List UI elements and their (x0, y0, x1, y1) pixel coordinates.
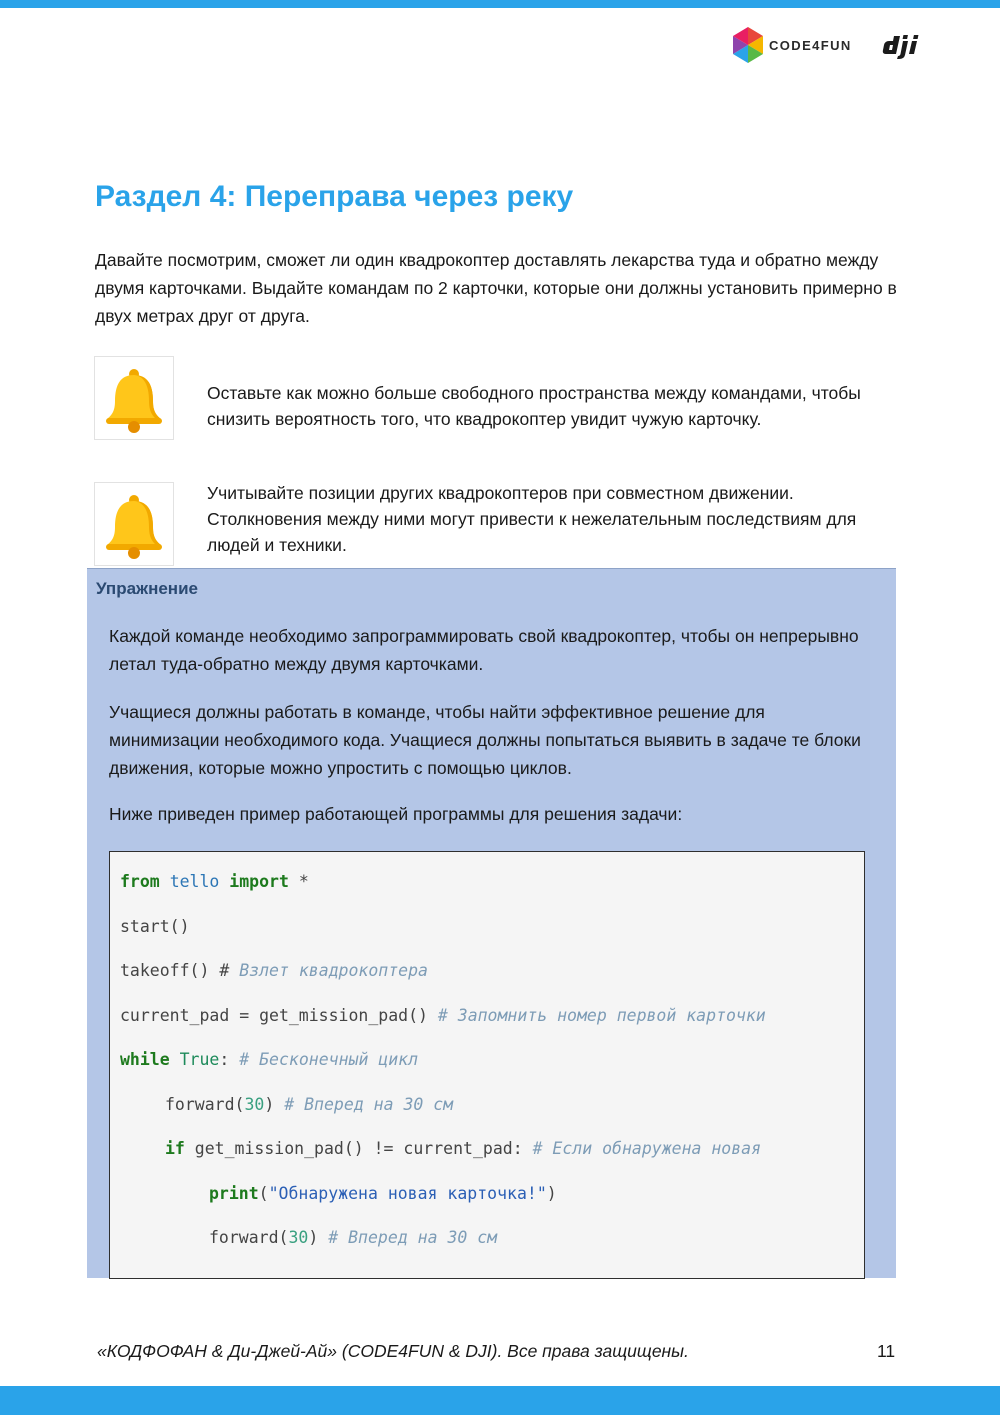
exercise-paragraph: Учащиеся должны работать в команде, чтоб… (109, 702, 861, 778)
note-text: Учитывайте позиции других квадрокоптеров… (207, 483, 857, 555)
code-line: start() (120, 917, 190, 936)
bell-icon-box (94, 482, 174, 566)
code-line: from tello import * (120, 872, 309, 891)
bell-icon (106, 495, 162, 559)
intro-paragraph: Давайте посмотрим, сможет ли один квадро… (95, 250, 897, 326)
code-line: current_pad = get_mission_pad() # Запомн… (120, 1006, 766, 1025)
top-accent-bar (0, 0, 1000, 8)
code-line: forward(30) # Вперед на 30 см (209, 1228, 498, 1247)
bell-icon (106, 369, 162, 433)
code-line: if get_mission_pad() != current_pad: # Е… (165, 1139, 762, 1158)
bottom-accent-bar (0, 1386, 1000, 1415)
bell-icon-box (94, 356, 174, 440)
exercise-box: Упражнение Каждой команде необходимо зап… (87, 568, 896, 1279)
page-number: 11 (877, 1341, 896, 1361)
code4fun-logo-text: CODE4FUN (769, 37, 852, 53)
dji-logo-icon (882, 35, 919, 59)
section-title: Раздел 4: Переправа через реку (95, 180, 574, 213)
code-line: while True: # Бесконечный цикл (120, 1050, 419, 1069)
code4fun-logo: CODE4FUN (733, 26, 852, 64)
exercise-heading: Упражнение (96, 579, 198, 598)
note-text: Оставьте как можно больше свободного про… (207, 383, 861, 429)
code-line: takeoff() # Взлет квадрокоптера (120, 961, 428, 980)
code-line: print("Обнаружена новая карточка!") (209, 1184, 557, 1203)
exercise-paragraph: Ниже приведен пример работающей программ… (109, 804, 683, 824)
code-line: forward(30) # Вперед на 30 см (165, 1095, 454, 1114)
code4fun-hexagon-logo-icon (733, 27, 763, 63)
exercise-paragraph: Каждой команде необходимо запрограммиров… (109, 626, 859, 674)
code-block: from tello import * start() takeoff() # … (109, 851, 865, 1279)
footer-copyright: «КОДФОФАН & Ди-Джей-Ай» (CODE4FUN & DJI)… (97, 1341, 689, 1361)
